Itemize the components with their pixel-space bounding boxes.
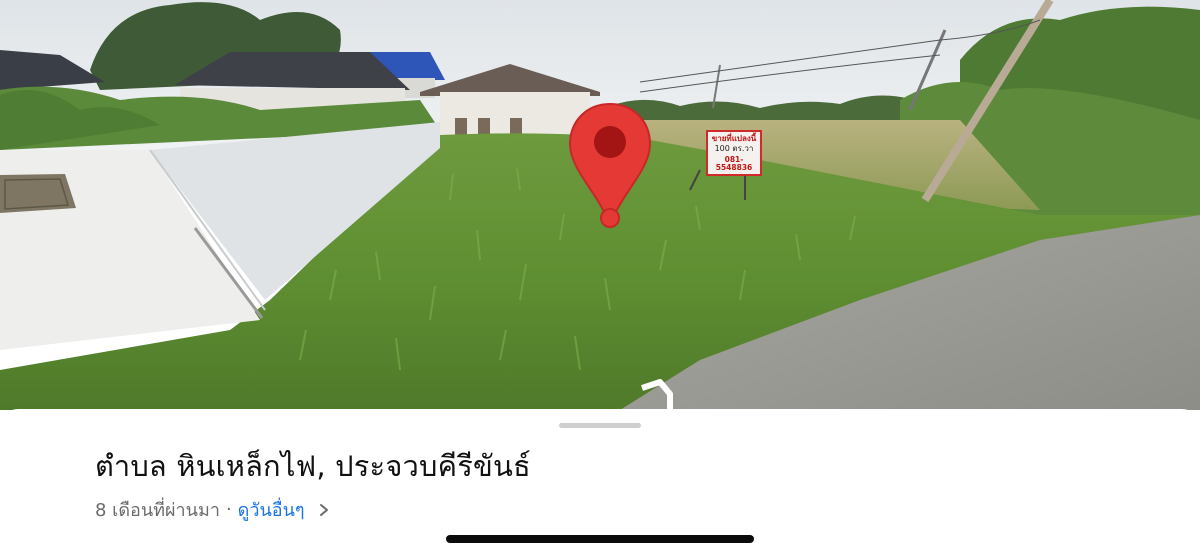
- for-sale-sign: ขายที่แปลงนี้ 100 ตร.วา 081-5548836: [706, 130, 762, 176]
- imagery-date: 8 เดือนที่ผ่านมา: [95, 500, 220, 521]
- sign-phone: 081-5548836: [715, 154, 753, 172]
- bottom-sheet[interactable]: ตำบล หินเหล็กไฟ, ประจวบคีรีขันธ์ 8 เดือน…: [0, 409, 1200, 554]
- separator-dot: ·: [225, 499, 232, 520]
- home-indicator[interactable]: [446, 535, 754, 543]
- chevron-right-icon[interactable]: [319, 503, 329, 517]
- sign-line-2: 100 ตร.วา: [714, 144, 754, 154]
- location-pin-icon[interactable]: [566, 100, 654, 234]
- imagery-date-row: 8 เดือนที่ผ่านมา · ดูวันอื่นๆ: [95, 495, 329, 524]
- sign-line-1: ขายที่แปลงนี้: [711, 134, 757, 143]
- sheet-grabber[interactable]: [559, 423, 641, 428]
- see-other-dates-link[interactable]: ดูวันอื่นๆ: [238, 495, 305, 524]
- place-title: ตำบล หินเหล็กไฟ, ประจวบคีรีขันธ์: [95, 449, 531, 483]
- street-view-image[interactable]: ขายที่แปลงนี้ 100 ตร.วา 081-5548836: [0, 0, 1200, 430]
